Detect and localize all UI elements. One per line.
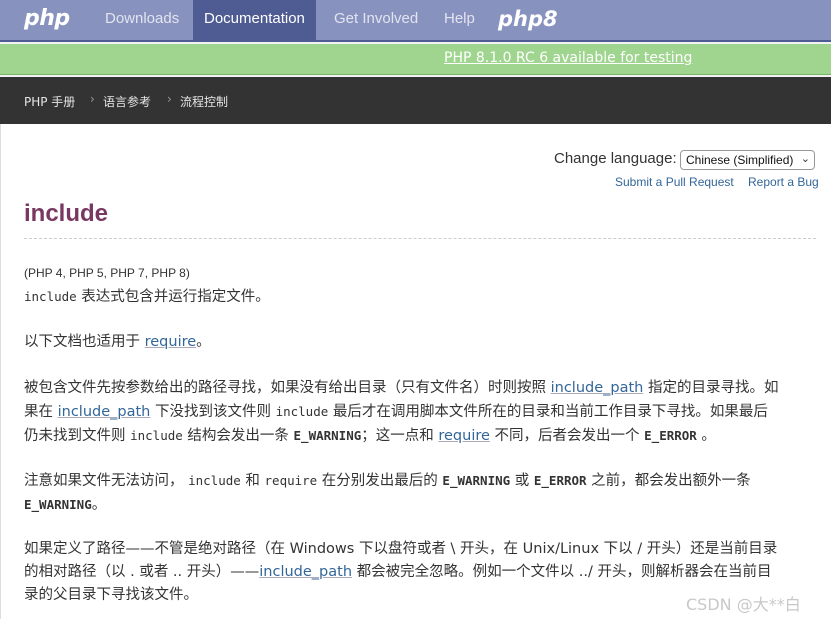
- language-select[interactable]: Chinese (Simplified) ⌄: [680, 150, 815, 170]
- include-path-link[interactable]: include_path: [259, 564, 352, 580]
- warning-paragraph: 注意如果文件无法访问， include 和 require 在分别发出最后的 E…: [24, 469, 819, 517]
- text: 指定的目录寻找。如: [643, 380, 779, 396]
- breadcrumb: PHP 手册 › 语言参考 › 流程控制: [0, 77, 831, 124]
- text: 。: [91, 497, 107, 513]
- line: 被包含文件先按参数给出的路径寻找，如果没有给出目录（只有文件名）时则按照 inc…: [24, 377, 819, 400]
- constant-e-warning: E_WARNING: [442, 473, 511, 488]
- line: 如果定义了路径——不管是绝对路径（在 Windows 下以盘符或者 \ 开头，在…: [24, 541, 778, 557]
- text: 和: [240, 473, 265, 489]
- constant-e-warning: E_WARNING: [293, 428, 362, 443]
- require-link[interactable]: require: [145, 334, 197, 350]
- text: 。: [696, 428, 716, 444]
- text: 最后才在调用脚本文件所在的目录和当前工作目录下寻找。如果最后: [328, 404, 768, 420]
- page-title: include: [24, 200, 109, 227]
- require-link[interactable]: require: [438, 428, 490, 444]
- inline-code: include: [24, 289, 77, 304]
- version-info: (PHP 4, PHP 5, PHP 7, PHP 8): [24, 266, 190, 280]
- line: E_WARNING。: [24, 493, 819, 517]
- breadcrumb-control-structures[interactable]: 流程控制: [180, 93, 228, 110]
- text: 果在: [24, 404, 58, 420]
- line: 仍未找到文件则 include 结构会发出一条 E_WARNING；这一点和 r…: [24, 424, 819, 448]
- report-bug-link[interactable]: Report a Bug: [748, 175, 819, 189]
- inline-code: include: [275, 404, 329, 419]
- include-path-link[interactable]: include_path: [551, 380, 644, 396]
- chevron-right-icon: ›: [167, 92, 172, 106]
- breadcrumb-language-reference[interactable]: 语言参考: [103, 93, 151, 110]
- text: 之前，都会发出额外一条: [586, 473, 751, 489]
- applies-paragraph: 以下文档也适用于 require。: [24, 331, 819, 354]
- search-paragraph: 被包含文件先按参数给出的路径寻找，如果没有给出目录（只有文件名）时则按照 inc…: [24, 377, 819, 448]
- text: 结构会发出一条: [182, 428, 294, 444]
- title-divider: [24, 238, 816, 239]
- php-logo[interactable]: php: [24, 6, 70, 31]
- chevron-down-icon: ⌄: [800, 153, 810, 165]
- text: 的相对路径（以 . 或者 .. 开头）——: [24, 564, 260, 580]
- change-language-label: Change language:: [554, 150, 677, 167]
- nav-documentation[interactable]: Documentation: [193, 0, 316, 40]
- text: ；这一点和: [361, 428, 439, 444]
- text: 在分别发出最后的: [317, 473, 443, 489]
- text: 表达式包含并运行指定文件。: [76, 289, 270, 305]
- include-path-link[interactable]: include_path: [58, 404, 151, 420]
- language-select-value: Chinese (Simplified): [686, 153, 794, 167]
- rc-announcement-link[interactable]: PHP 8.1.0 RC 6 available for testing: [444, 50, 692, 66]
- nav-help[interactable]: Help: [433, 0, 486, 40]
- nav-downloads[interactable]: Downloads: [94, 0, 190, 40]
- text: 都会被完全忽略。例如一个文件以 ../ 开头，则解析器会在当前目: [352, 564, 772, 580]
- inline-code: include: [188, 473, 241, 488]
- inline-code: include: [130, 428, 183, 443]
- line: 注意如果文件无法访问， include 和 require 在分别发出最后的 E…: [24, 469, 819, 493]
- top-navigation: php Downloads Documentation Get Involved…: [0, 0, 831, 42]
- intro-paragraph: include 表达式包含并运行指定文件。: [24, 285, 819, 309]
- text: 或: [510, 473, 534, 489]
- inline-code: require: [264, 473, 318, 488]
- text: 仍未找到文件则: [24, 428, 131, 444]
- submit-pull-request-link[interactable]: Submit a Pull Request: [615, 175, 734, 189]
- breadcrumb-manual[interactable]: PHP 手册: [24, 93, 75, 110]
- nav-get-involved[interactable]: Get Involved: [323, 0, 429, 40]
- text: 。: [196, 334, 211, 350]
- constant-e-error: E_ERROR: [644, 428, 697, 443]
- constant-e-error: E_ERROR: [533, 473, 587, 488]
- line: 果在 include_path 下没找到该文件则 include 最后才在调用脚…: [24, 400, 819, 424]
- constant-e-warning: E_WARNING: [24, 497, 92, 512]
- watermark: CSDN @大**白: [686, 595, 801, 614]
- text: 注意如果文件无法访问，: [24, 473, 189, 489]
- php8-logo[interactable]: php8: [498, 7, 558, 31]
- text: 不同，后者会发出一个: [489, 428, 645, 444]
- text: 以下文档也适用于: [24, 334, 145, 350]
- text: 被包含文件先按参数给出的路径寻找，如果没有给出目录（只有文件名）时则按照: [24, 380, 551, 396]
- announcement-banner: PHP 8.1.0 RC 6 available for testing: [0, 44, 831, 75]
- line: 的相对路径（以 . 或者 .. 开头）——include_path 都会被完全忽…: [24, 561, 819, 584]
- text: 下没找到该文件则: [150, 404, 276, 420]
- chevron-right-icon: ›: [90, 92, 95, 106]
